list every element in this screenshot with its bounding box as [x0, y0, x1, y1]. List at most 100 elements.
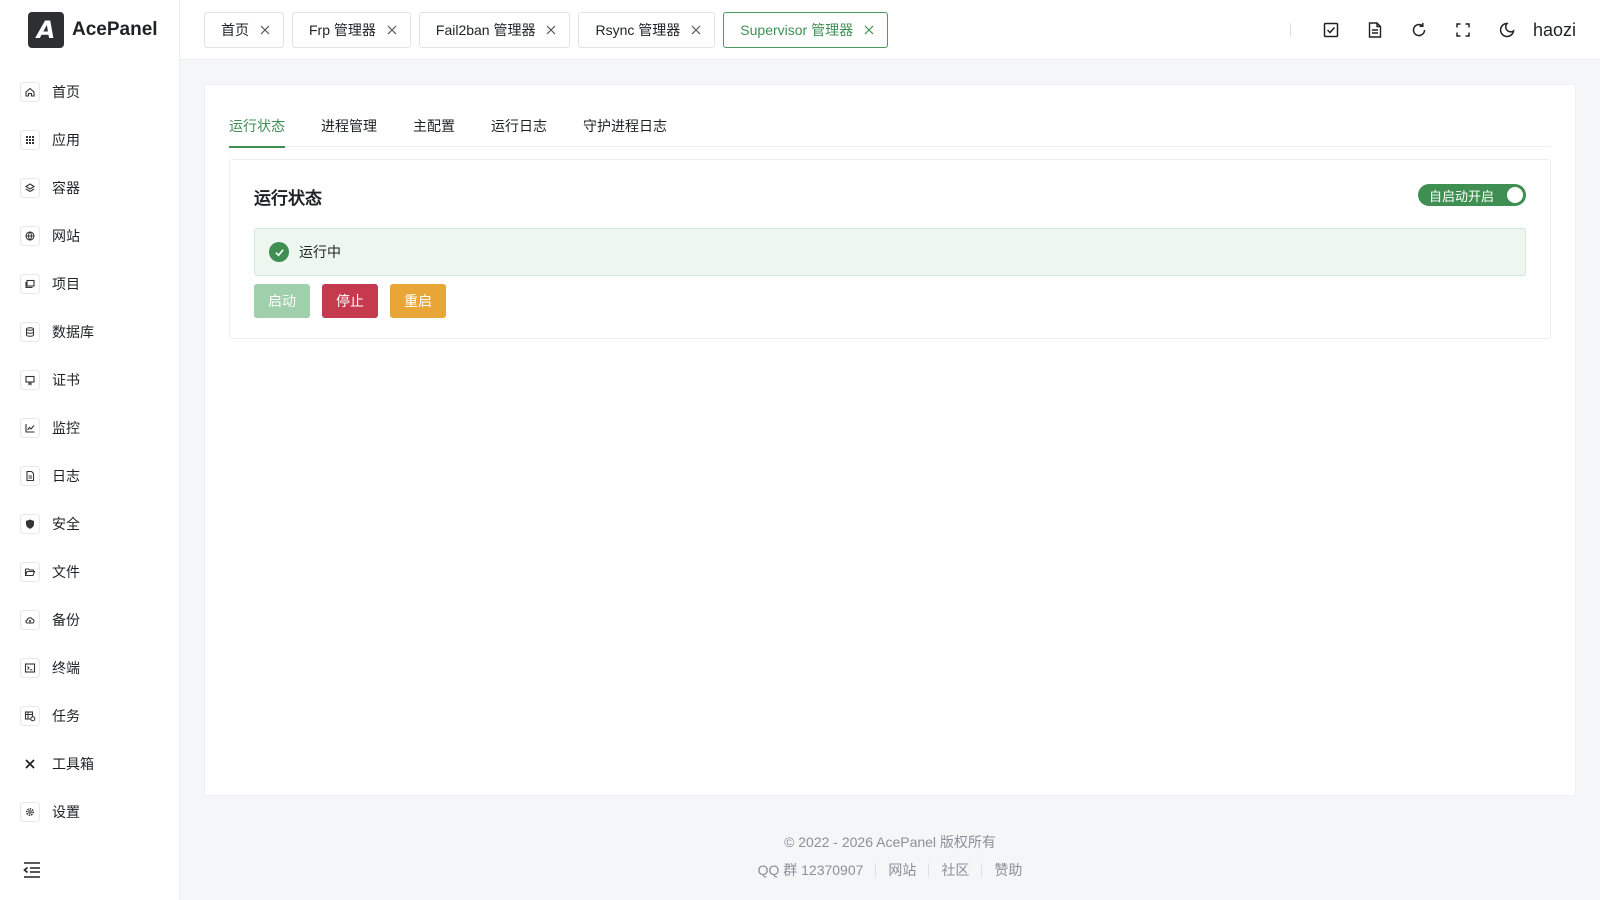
tab-label: Rsync 管理器 — [595, 21, 681, 38]
close-icon[interactable] — [690, 24, 702, 36]
sidebar-item-toolbox[interactable]: 工具箱 — [0, 740, 179, 788]
database-icon — [20, 322, 40, 342]
status-message: 运行中 — [299, 244, 341, 260]
tab-label: Supervisor 管理器 — [740, 21, 854, 38]
task-check-icon[interactable] — [1321, 20, 1341, 40]
autostart-label: 自启动开启 — [1429, 188, 1495, 204]
sidebar-menu: 首页 应用 容器 网站 项目 数据库 证书 监控 日志 安全 文件 备份 终端 … — [0, 68, 179, 836]
sidebar-item-label: 证书 — [52, 372, 80, 388]
sidebar-item-backup[interactable]: 备份 — [0, 596, 179, 644]
tasks-icon — [20, 706, 40, 726]
sidebar-item-tasks[interactable]: 任务 — [0, 692, 179, 740]
main-card: 运行状态 进程管理 主配置 运行日志 守护进程日志 运行状态 自启动开启 运行中… — [204, 84, 1576, 796]
tab-supervisor[interactable]: Supervisor 管理器 — [723, 11, 889, 48]
sidebar: A AcePanel 首页 应用 容器 网站 项目 数据库 证书 监控 日志 安… — [0, 0, 180, 900]
copyright: © 2022 - 2026 AcePanel 版权所有 — [784, 834, 996, 850]
status-title: 运行状态 — [254, 189, 322, 208]
cloud-upload-icon — [20, 610, 40, 630]
tab-main-config[interactable]: 主配置 — [413, 113, 455, 147]
sidebar-item-label: 文件 — [52, 564, 80, 580]
folder-open-icon — [20, 562, 40, 582]
stop-button[interactable]: 停止 — [322, 284, 378, 318]
file-text-icon[interactable] — [1365, 20, 1385, 40]
sidebar-item-label: 数据库 — [52, 324, 94, 340]
sidebar-item-label: 工具箱 — [52, 756, 94, 772]
sidebar-item-label: 网站 — [52, 228, 80, 244]
layers-icon — [20, 178, 40, 198]
topbar: 首页 Frp 管理器 Fail2ban 管理器 Rsync 管理器 Superv… — [180, 0, 1600, 60]
tab-run-status[interactable]: 运行状态 — [229, 113, 285, 148]
check-circle-icon — [269, 242, 289, 262]
document-icon — [20, 466, 40, 486]
globe-icon — [20, 226, 40, 246]
sidebar-item-database[interactable]: 数据库 — [0, 308, 179, 356]
sidebar-item-logs[interactable]: 日志 — [0, 452, 179, 500]
tools-icon — [20, 754, 40, 774]
sidebar-item-terminal[interactable]: 终端 — [0, 644, 179, 692]
sidebar-item-label: 安全 — [52, 516, 80, 532]
chart-line-icon — [20, 418, 40, 438]
tab-daemon-log[interactable]: 守护进程日志 — [583, 113, 667, 147]
sidebar-item-certificates[interactable]: 证书 — [0, 356, 179, 404]
certificate-icon — [20, 370, 40, 390]
top-actions: haozi — [1289, 0, 1576, 60]
username[interactable]: haozi — [1533, 20, 1576, 41]
sidebar-item-home[interactable]: 首页 — [0, 68, 179, 116]
footer-link-sponsor[interactable]: 赞助 — [982, 860, 1034, 880]
sidebar-item-files[interactable]: 文件 — [0, 548, 179, 596]
close-icon[interactable] — [386, 24, 398, 36]
start-button[interactable]: 启动 — [254, 284, 310, 318]
sidebar-item-websites[interactable]: 网站 — [0, 212, 179, 260]
sidebar-item-label: 终端 — [52, 660, 80, 676]
sidebar-item-security[interactable]: 安全 — [0, 500, 179, 548]
status-alert: 运行中 — [254, 228, 1526, 276]
gear-icon — [20, 802, 40, 822]
app-name: AcePanel — [72, 19, 158, 40]
sidebar-item-settings[interactable]: 设置 — [0, 788, 179, 836]
sidebar-item-label: 项目 — [52, 276, 80, 292]
divider — [1289, 23, 1291, 37]
sidebar-item-containers[interactable]: 容器 — [0, 164, 179, 212]
tab-home[interactable]: 首页 — [204, 11, 284, 48]
close-icon[interactable] — [863, 24, 875, 36]
toggle-knob — [1507, 187, 1523, 203]
footer: © 2022 - 2026 AcePanel 版权所有 QQ 群 1237090… — [180, 832, 1600, 880]
tab-process-management[interactable]: 进程管理 — [321, 113, 377, 147]
logo[interactable]: A AcePanel — [0, 0, 179, 60]
tab-run-log[interactable]: 运行日志 — [491, 113, 547, 147]
logo-icon: A — [28, 12, 64, 48]
close-icon[interactable] — [259, 24, 271, 36]
sidebar-item-label: 容器 — [52, 180, 80, 196]
footer-links: QQ 群 12370907 网站 社区 赞助 — [180, 860, 1600, 880]
tab-label: Frp 管理器 — [309, 21, 376, 38]
sidebar-item-monitoring[interactable]: 监控 — [0, 404, 179, 452]
footer-link-qq[interactable]: QQ 群 12370907 — [746, 860, 876, 880]
autostart-toggle[interactable]: 自启动开启 — [1418, 184, 1526, 206]
page-tabs: 首页 Frp 管理器 Fail2ban 管理器 Rsync 管理器 Superv… — [180, 11, 889, 48]
apps-grid-icon — [20, 130, 40, 150]
home-icon — [20, 82, 40, 102]
sidebar-item-projects[interactable]: 项目 — [0, 260, 179, 308]
status-card: 运行状态 自启动开启 运行中 启动 停止 重启 — [229, 159, 1551, 339]
tab-frp[interactable]: Frp 管理器 — [292, 11, 411, 48]
fullscreen-icon[interactable] — [1453, 20, 1473, 40]
restart-button[interactable]: 重启 — [390, 284, 446, 318]
footer-link-website[interactable]: 网站 — [876, 860, 928, 880]
footer-link-community[interactable]: 社区 — [929, 860, 981, 880]
sidebar-item-label: 应用 — [52, 132, 80, 148]
tab-rsync[interactable]: Rsync 管理器 — [578, 11, 716, 48]
sidebar-item-label: 任务 — [52, 708, 80, 724]
sidebar-item-label: 日志 — [52, 468, 80, 484]
tab-fail2ban[interactable]: Fail2ban 管理器 — [418, 11, 571, 48]
collapse-menu-icon[interactable] — [20, 858, 44, 882]
dark-mode-icon[interactable] — [1497, 20, 1517, 40]
action-buttons: 启动 停止 重启 — [254, 284, 446, 318]
tab-label: Fail2ban 管理器 — [435, 21, 536, 38]
terminal-icon — [20, 658, 40, 678]
close-icon[interactable] — [545, 24, 557, 36]
sidebar-item-apps[interactable]: 应用 — [0, 116, 179, 164]
tab-label: 首页 — [221, 21, 249, 38]
sidebar-item-label: 监控 — [52, 420, 80, 436]
folders-icon — [20, 274, 40, 294]
refresh-icon[interactable] — [1409, 20, 1429, 40]
